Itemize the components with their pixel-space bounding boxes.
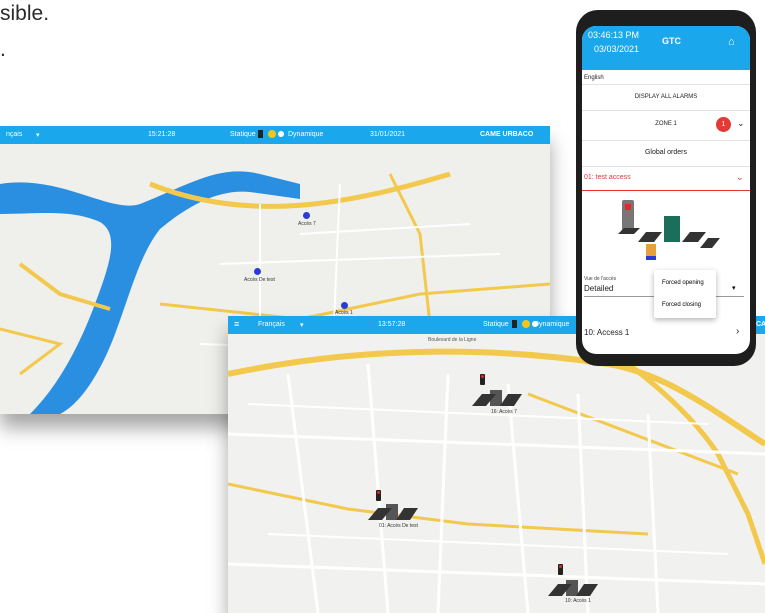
access-label: 01: Accès De test bbox=[379, 523, 418, 529]
global-orders-label: Global orders bbox=[644, 149, 688, 156]
traffic-light-icon[interactable] bbox=[480, 374, 485, 385]
forced-opening-item[interactable]: Forced opening bbox=[662, 280, 704, 286]
map-pin-icon[interactable] bbox=[254, 268, 261, 275]
zone-row[interactable]: ZONE 1 1 ⌄ bbox=[582, 110, 750, 141]
phone-screen: 03:46:13 PM 03/03/2021 GTC ⌂ English DIS… bbox=[582, 26, 750, 354]
access-list-item[interactable]: 10: Access 1 › bbox=[582, 322, 750, 342]
access-label: 16: Accès 7 bbox=[491, 409, 517, 415]
language-select[interactable]: nçais bbox=[6, 131, 22, 138]
page-text-line2: . bbox=[0, 38, 6, 61]
clock-time: 13:57:28 bbox=[378, 321, 406, 328]
access-label: 10: Accès 1 bbox=[565, 598, 591, 604]
mode-static-label[interactable]: Statique bbox=[230, 131, 256, 138]
brand-logo: CAME URBACO bbox=[480, 131, 534, 138]
selected-access-row[interactable]: 01: test access ⌄ bbox=[582, 166, 750, 191]
alarm-badge: 1 bbox=[716, 117, 731, 132]
mode-toggle[interactable] bbox=[258, 129, 286, 141]
clock-time: 15:21:28 bbox=[148, 131, 176, 138]
forced-closing-item[interactable]: Forced closing bbox=[662, 302, 701, 308]
phone-header: 03:46:13 PM 03/03/2021 GTC ⌂ bbox=[582, 26, 750, 70]
map-pin-icon[interactable] bbox=[303, 212, 310, 219]
map-front[interactable] bbox=[228, 334, 765, 613]
dashboard-back-topbar: nçais ▾ 15:21:28 Statique Dynamique 31/0… bbox=[0, 126, 550, 144]
view-label: Vue de l'accès bbox=[584, 276, 617, 282]
app-title: GTC bbox=[662, 36, 681, 46]
traffic-light-icon[interactable] bbox=[376, 490, 381, 501]
language-row[interactable]: English bbox=[582, 70, 750, 85]
page-text-line1: sible. bbox=[0, 2, 50, 25]
selected-access-label: 01: test access bbox=[584, 174, 631, 181]
map-pin-label: Accès 7 bbox=[298, 221, 316, 227]
chevron-down-icon[interactable]: ⌄ bbox=[736, 172, 744, 183]
street-label: Boulevard de la Ligne bbox=[428, 337, 477, 343]
chevron-down-icon[interactable]: ⌄ bbox=[737, 118, 745, 129]
chevron-down-icon[interactable]: ▾ bbox=[300, 321, 304, 329]
language-select[interactable]: Français bbox=[258, 321, 285, 328]
mode-dynamic-label[interactable]: Dynamique bbox=[288, 131, 323, 138]
mode-static-label[interactable]: Statique bbox=[483, 321, 509, 328]
phone-time: 03:46:13 PM bbox=[588, 30, 640, 40]
global-orders-button[interactable]: Global orders bbox=[582, 140, 750, 167]
access-item-label: 10: Access 1 bbox=[584, 328, 630, 337]
orders-menu: Forced opening Forced closing bbox=[654, 270, 716, 318]
chevron-down-icon[interactable]: ▾ bbox=[36, 131, 40, 139]
home-icon[interactable]: ⌂ bbox=[728, 36, 735, 48]
map-pin-icon[interactable] bbox=[341, 302, 348, 309]
display-alarms-button[interactable]: DISPLAY ALL ALARMS bbox=[582, 84, 750, 111]
view-select[interactable]: Detailed bbox=[584, 284, 613, 293]
phone-date: 03/03/2021 bbox=[594, 44, 640, 54]
menu-icon[interactable]: ≡ bbox=[234, 319, 239, 329]
date-label: 31/01/2021 bbox=[370, 131, 406, 138]
traffic-light-icon[interactable] bbox=[558, 564, 563, 575]
display-alarms-label: DISPLAY ALL ALARMS bbox=[634, 94, 698, 100]
phone-device: 03:46:13 PM 03/03/2021 GTC ⌂ English DIS… bbox=[576, 10, 756, 366]
access-illustration bbox=[612, 198, 722, 273]
mode-dynamic-label[interactable]: Dynamique bbox=[534, 321, 569, 328]
chevron-down-icon[interactable]: ▾ bbox=[732, 284, 736, 292]
chevron-right-icon[interactable]: › bbox=[736, 326, 739, 337]
map-pin-label: Accès De test bbox=[244, 277, 275, 283]
language-label: English bbox=[584, 75, 604, 81]
brand-logo: CA bbox=[756, 321, 765, 328]
